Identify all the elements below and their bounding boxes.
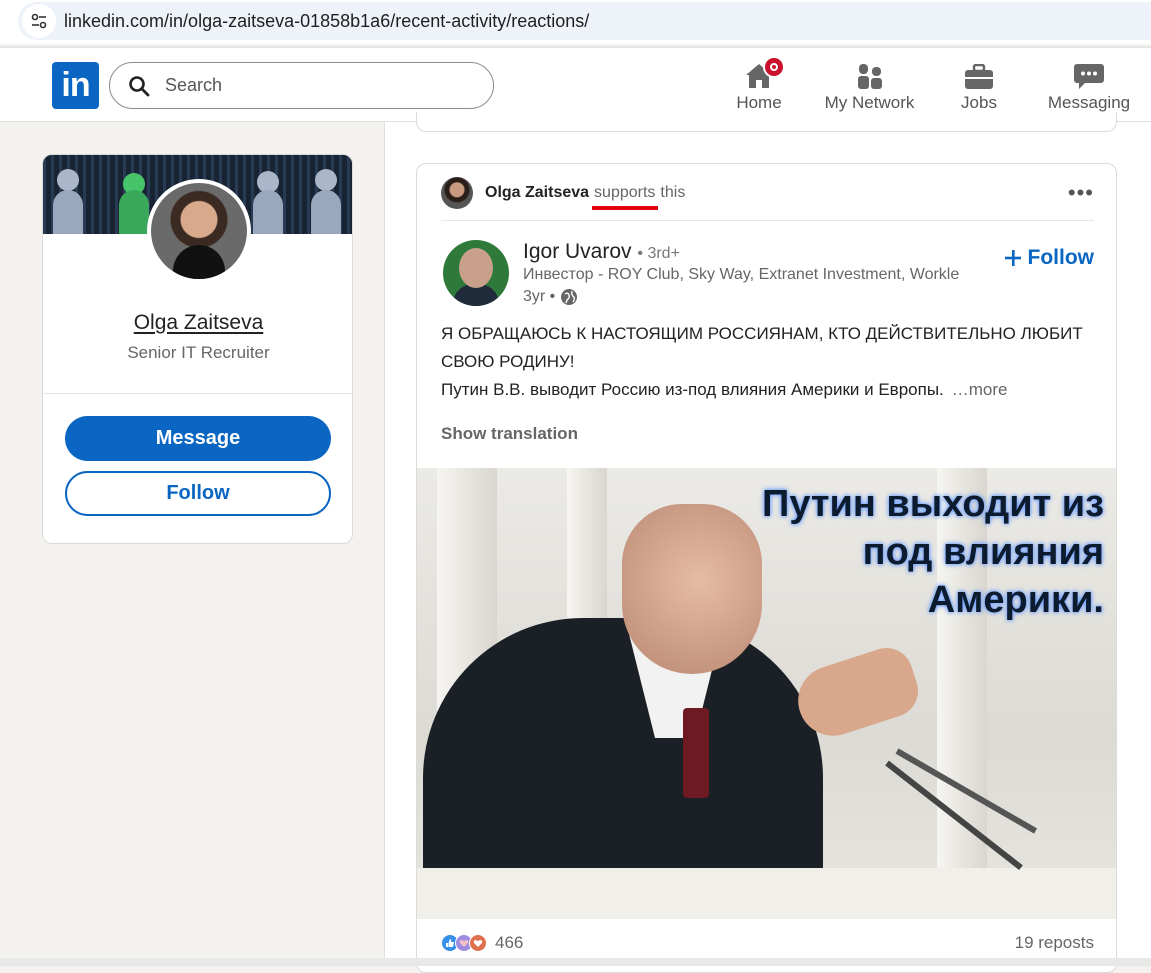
browser-address-bar: linkedin.com/in/olga-zaitseva-01858b1a6/… (0, 0, 1151, 44)
previous-post-card (416, 112, 1117, 132)
love-reaction-icon (469, 934, 487, 952)
plus-icon (1004, 250, 1021, 266)
globe-icon (561, 289, 578, 305)
url-text[interactable]: linkedin.com/in/olga-zaitseva-01858b1a6/… (64, 11, 589, 32)
search-input[interactable] (165, 75, 465, 96)
image-caption: Путин выходит из под влияния Америки. (762, 483, 1104, 621)
author-headline: Инвестор - ROY Club, Sky Way, Extranet I… (523, 266, 960, 283)
follow-profile-button[interactable]: Follow (65, 471, 331, 516)
profile-avatar[interactable] (147, 179, 251, 283)
search-icon (129, 76, 150, 97)
notification-badge (763, 56, 785, 78)
show-translation-link[interactable]: Show translation (441, 424, 578, 444)
nav-home[interactable]: Home (727, 56, 791, 113)
url-bar[interactable]: linkedin.com/in/olga-zaitseva-01858b1a6/… (18, 2, 1151, 40)
author-name-line[interactable]: Igor Uvarov • 3rd+ (523, 240, 680, 264)
author-name[interactable]: Igor Uvarov (523, 240, 632, 263)
nav-jobs[interactable]: Jobs (950, 56, 1008, 113)
reaction-header: Olga Zaitseva supports this (441, 177, 686, 209)
connection-degree: • 3rd+ (637, 245, 680, 262)
social-counts: 466 19 reposts (441, 930, 1094, 956)
more-options-icon[interactable]: ••• (1068, 180, 1094, 206)
author-avatar[interactable] (443, 240, 509, 306)
reaction-word: supports (594, 184, 656, 201)
follow-author-button[interactable]: Follow (1004, 246, 1094, 270)
messaging-icon (1074, 64, 1104, 89)
highlight-underline (592, 206, 658, 210)
nav-messaging[interactable]: Messaging (1047, 56, 1131, 113)
bottom-edge (0, 958, 1151, 966)
reactor-name[interactable]: Olga Zaitseva (485, 184, 589, 202)
reaction-count[interactable]: 466 (495, 933, 523, 953)
feed-post: Olga Zaitseva supports this ••• Igor Uva… (416, 163, 1117, 973)
network-icon (857, 64, 882, 89)
briefcase-icon (965, 64, 993, 89)
profile-title: Senior IT Recruiter (127, 343, 270, 362)
profile-card: Olga Zaitseva Senior IT Recruiter Messag… (42, 154, 353, 544)
message-button[interactable]: Message (65, 416, 331, 461)
see-more-link[interactable]: …more (952, 380, 1008, 399)
profile-name[interactable]: Olga Zaitseva (43, 311, 352, 335)
nav-my-network[interactable]: My Network (822, 56, 917, 113)
post-text: Я ОБРАЩАЮСЬ К НАСТОЯЩИМ РОССИЯНАМ, КТО Д… (441, 324, 1083, 399)
search-box[interactable] (109, 62, 494, 109)
reposts-count[interactable]: 19 reposts (1015, 933, 1094, 953)
linkedin-logo[interactable]: in (52, 62, 99, 109)
top-navigation: in Home My Network Jobs Messaging (0, 48, 1151, 122)
reactions-summary[interactable]: 466 (441, 933, 523, 953)
site-settings-icon[interactable] (22, 4, 56, 38)
reaction-suffix: this (660, 184, 686, 201)
divider (441, 220, 1094, 221)
reactor-avatar[interactable] (441, 177, 473, 209)
divider (43, 393, 352, 394)
post-image[interactable]: Путин выходит из под влияния Америки. (417, 468, 1116, 919)
post-time: 3yr • (523, 288, 578, 306)
